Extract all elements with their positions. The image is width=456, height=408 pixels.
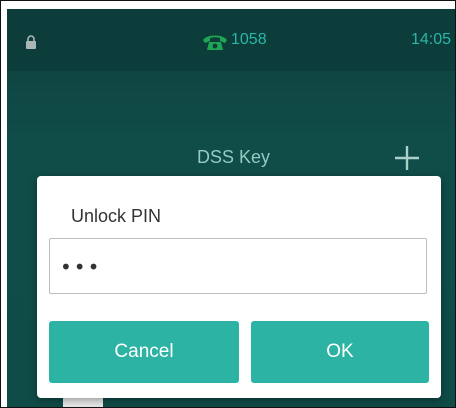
- phone-screen-frame: 1058 14:05 DSS Key Unlock PIN ••• Cancel…: [0, 0, 456, 408]
- ok-button[interactable]: OK: [251, 321, 429, 383]
- plus-icon[interactable]: [393, 144, 421, 172]
- unlock-pin-dialog: Unlock PIN ••• Cancel OK: [37, 176, 441, 398]
- cancel-button[interactable]: Cancel: [49, 321, 239, 383]
- status-bar: 1058 14:05: [7, 9, 455, 71]
- lock-icon: [25, 35, 37, 49]
- clock-time: 14:05: [410, 31, 451, 48]
- pin-input[interactable]: •••: [49, 238, 427, 294]
- page-title: DSS Key: [197, 147, 271, 167]
- phone-icon: [201, 33, 229, 51]
- extension-number: 1058: [231, 31, 267, 48]
- pin-value: •••: [60, 255, 102, 279]
- dialog-title: Unlock PIN: [71, 206, 162, 226]
